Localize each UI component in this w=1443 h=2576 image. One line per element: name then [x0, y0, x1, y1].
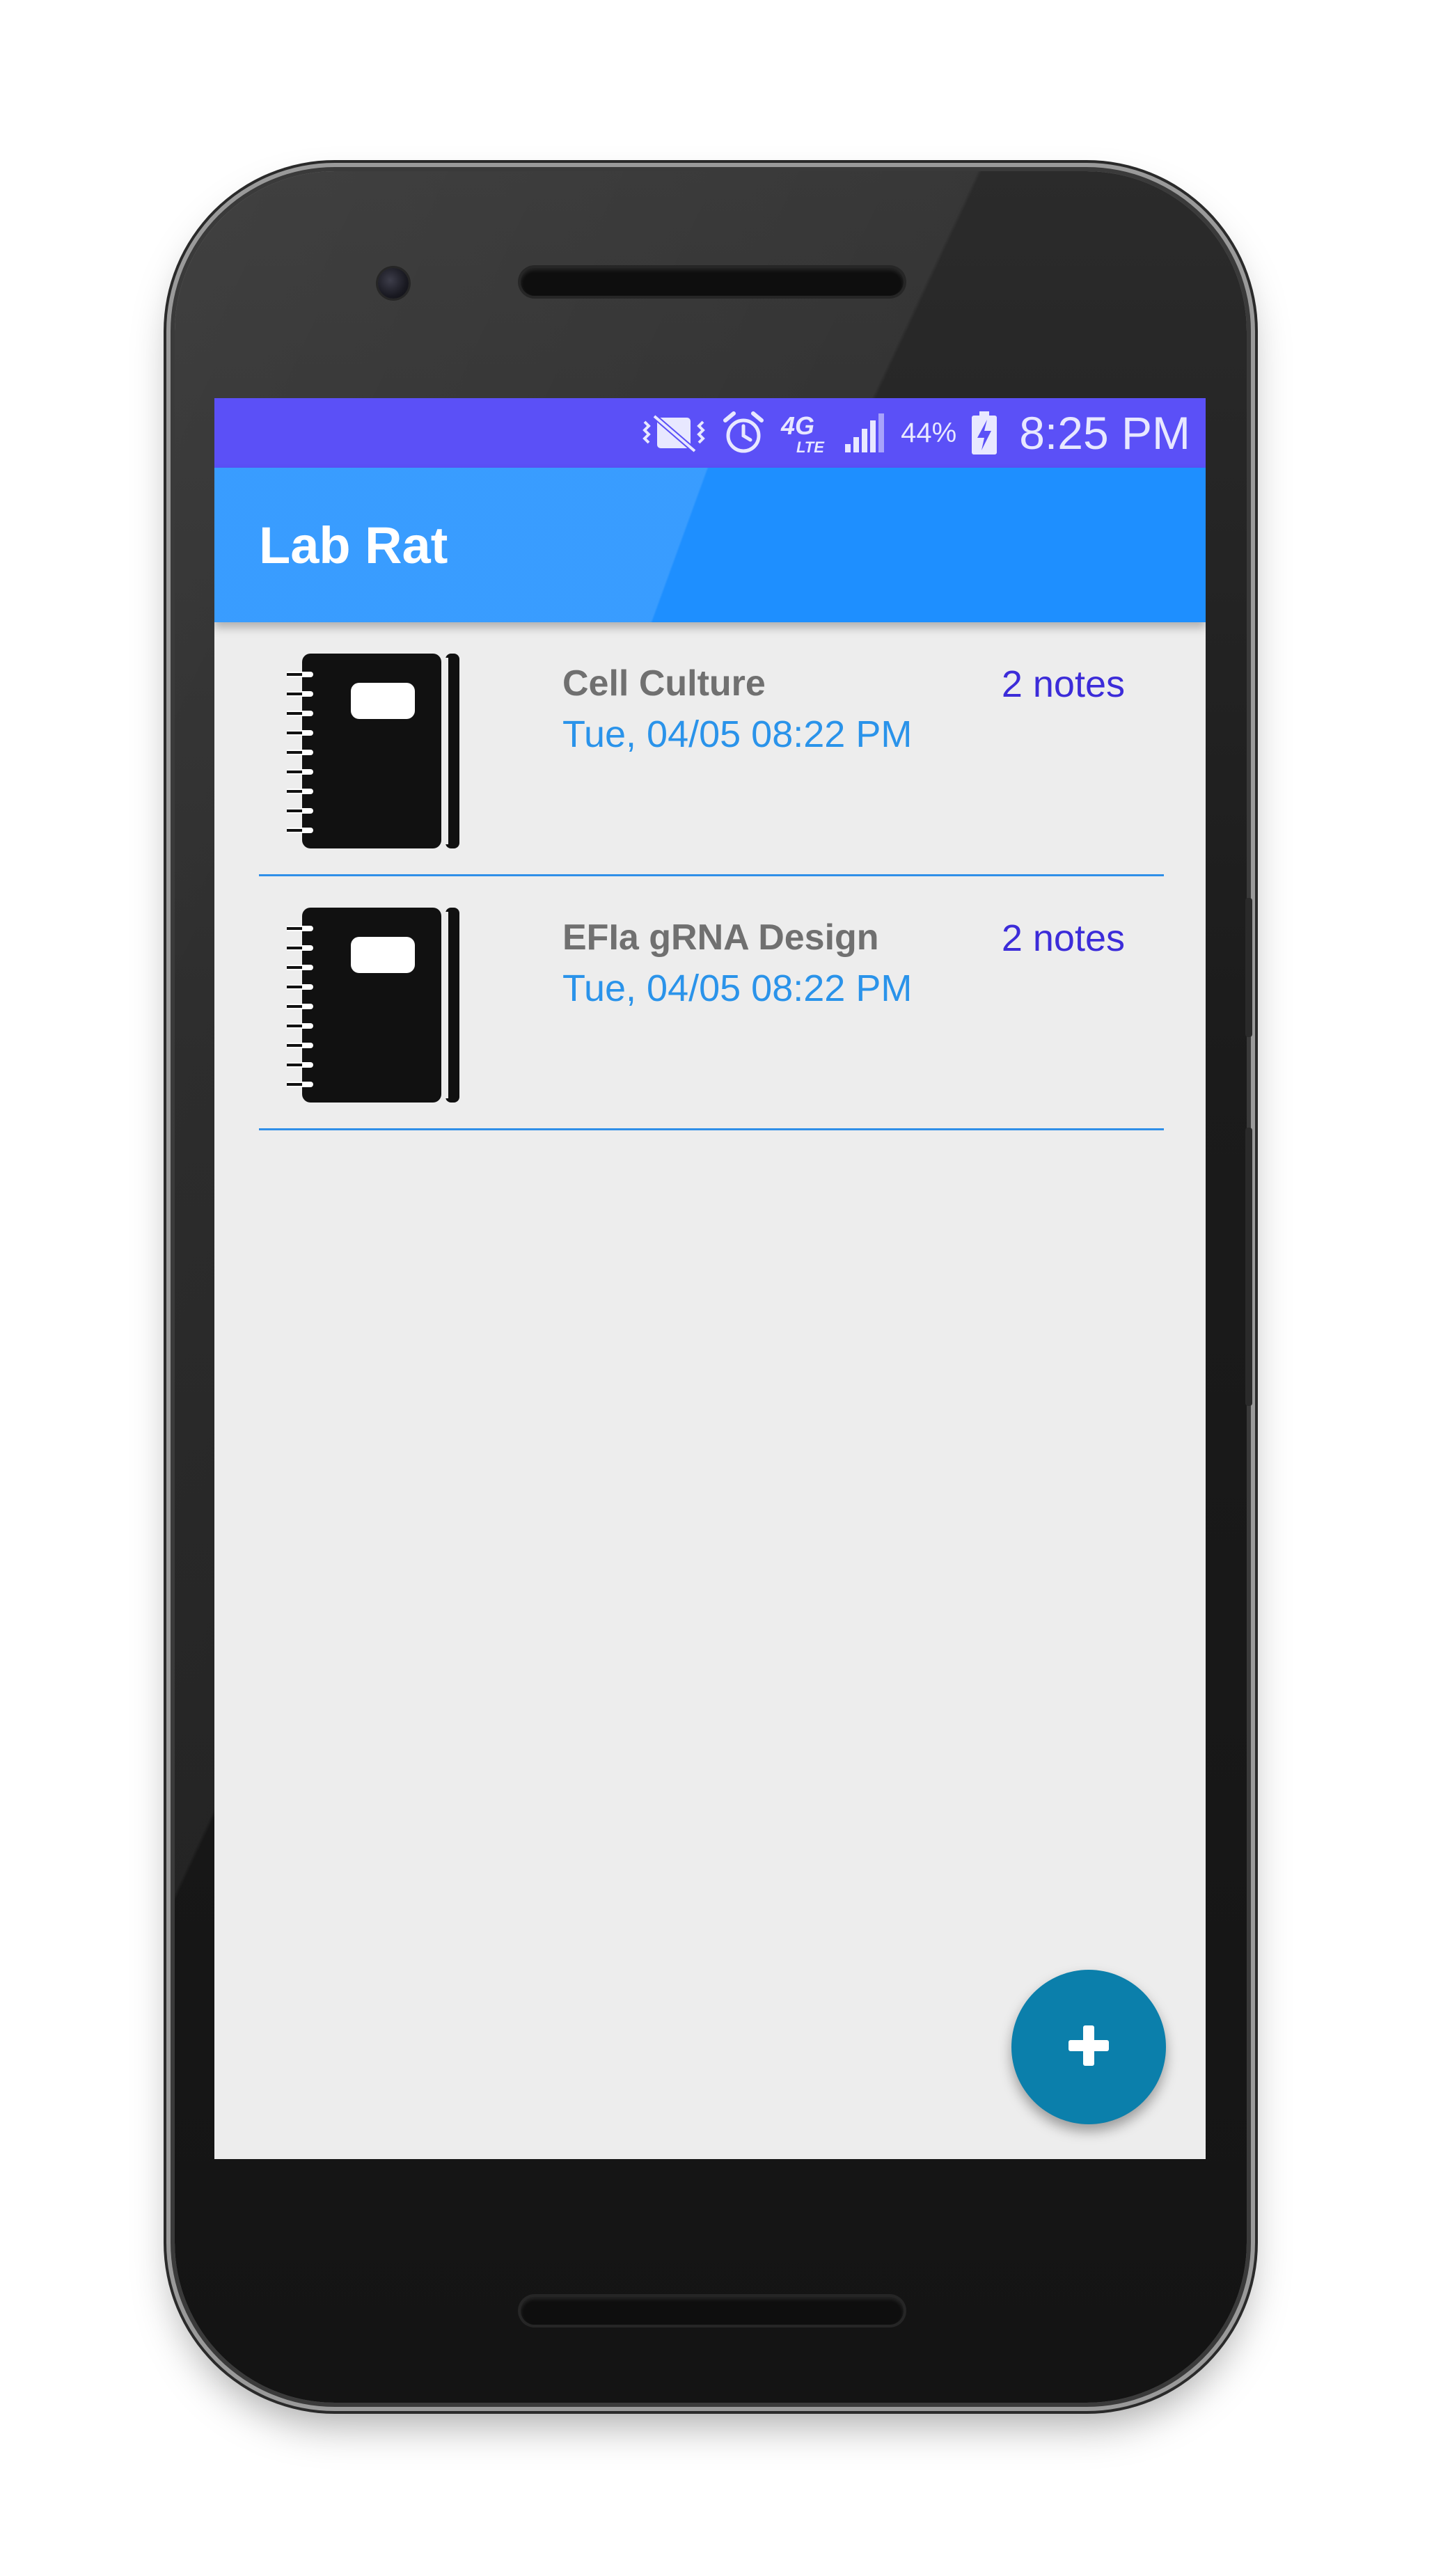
front-camera	[378, 268, 409, 299]
volume-button	[1245, 1128, 1252, 1406]
notebook-note-count: 2 notes	[1001, 663, 1125, 705]
notebook-icon	[284, 654, 468, 852]
top-speaker	[521, 268, 904, 296]
signal-icon	[842, 411, 887, 455]
battery-charging-icon	[970, 410, 998, 456]
power-button	[1245, 898, 1252, 1037]
device-mockup: 4G LTE 44% 8:25 PM Lab Rat Cell Culture …	[0, 0, 1443, 2576]
status-clock: 8:25 PM	[1019, 407, 1190, 459]
notebook-icon	[284, 908, 468, 1106]
app-screen: 4G LTE 44% 8:25 PM Lab Rat Cell Culture …	[214, 398, 1206, 2159]
add-notebook-button[interactable]	[1011, 1970, 1166, 2124]
notebook-title: Cell Culture	[562, 663, 766, 704]
4g-lte-icon: 4G LTE	[780, 411, 828, 455]
svg-text:4G: 4G	[780, 411, 814, 440]
notebook-item[interactable]: EFIa gRNA Design Tue, 04/05 08:22 PM 2 n…	[259, 876, 1164, 1130]
notebook-item[interactable]: Cell Culture Tue, 04/05 08:22 PM 2 notes	[259, 622, 1164, 876]
notebook-list: Cell Culture Tue, 04/05 08:22 PM 2 notes	[259, 622, 1164, 1130]
alarm-icon	[721, 411, 766, 455]
bottom-speaker	[521, 2297, 904, 2325]
notebook-title: EFIa gRNA Design	[562, 917, 879, 958]
notebook-note-count: 2 notes	[1001, 917, 1125, 959]
vibrate-icon	[640, 412, 707, 454]
app-title: Lab Rat	[259, 516, 448, 574]
notebook-date: Tue, 04/05 08:22 PM	[562, 713, 913, 755]
notebook-date: Tue, 04/05 08:22 PM	[562, 967, 913, 1009]
plus-icon	[1064, 2021, 1113, 2073]
status-icons: 4G LTE 44% 8:25 PM	[640, 398, 1190, 468]
battery-percent: 44%	[901, 417, 957, 448]
svg-text:LTE: LTE	[796, 438, 825, 455]
app-bar: Lab Rat	[214, 468, 1206, 622]
status-bar: 4G LTE 44% 8:25 PM	[214, 398, 1206, 468]
